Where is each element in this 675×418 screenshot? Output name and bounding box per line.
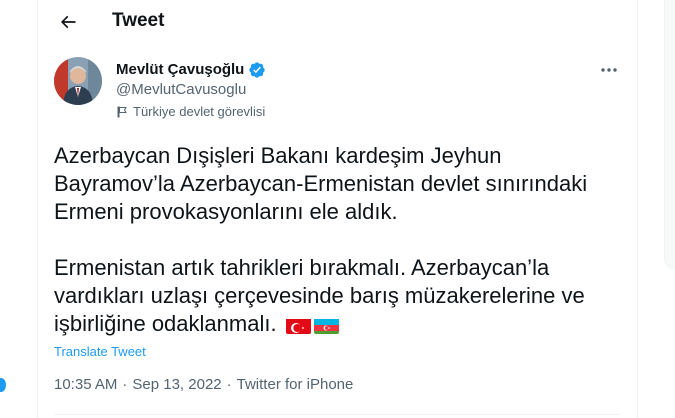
more-icon [601, 68, 617, 72]
avatar[interactable] [54, 57, 102, 105]
page-title: Tweet [112, 10, 165, 31]
header: Tweet [38, 0, 637, 44]
main-column: Tweet Mevlüt Çavuşoğlu @MevlutCavusoglu … [37, 0, 638, 418]
meta-separator: · [122, 376, 128, 393]
partial-sidebar-element[interactable] [0, 378, 6, 392]
flag-label-icon [117, 106, 127, 118]
divider [54, 414, 621, 415]
more-options-button[interactable] [597, 62, 621, 78]
tweet-page: Tweet Mevlüt Çavuşoğlu @MevlutCavusoglu … [0, 0, 675, 418]
user-info: Mevlüt Çavuşoğlu @MevlutCavusoglu Türkiy… [116, 60, 266, 120]
tweet-source[interactable]: Twitter for iPhone [237, 376, 354, 393]
tweet-text: Azerbaycan Dışişleri Bakanı kardeşim Jey… [54, 142, 624, 338]
tweet-paragraph-2: Ermenistan artık tahrikleri bırakmalı. A… [54, 254, 624, 338]
tweet-metadata: 10:35 AM · Sep 13, 2022 · Twitter for iP… [54, 376, 353, 393]
profile-photo [54, 57, 102, 105]
tweet-paragraph-1: Azerbaycan Dışişleri Bakanı kardeşim Jey… [54, 143, 588, 224]
arrow-left-icon [60, 15, 76, 29]
display-name: Mevlüt Çavuşoğlu [116, 61, 245, 78]
user-handle[interactable]: @MevlutCavusoglu [116, 80, 266, 100]
translate-tweet-link[interactable]: Translate Tweet [54, 344, 146, 359]
verified-badge-icon [249, 62, 266, 78]
tweet-date[interactable]: Sep 13, 2022 [132, 376, 221, 393]
turkey-flag-icon [285, 316, 311, 334]
display-name-link[interactable]: Mevlüt Çavuşoğlu [116, 60, 266, 80]
tweet-time[interactable]: 10:35 AM [54, 376, 117, 393]
right-sidebar-card [664, 0, 675, 270]
back-button[interactable] [54, 8, 82, 36]
azerbaijan-flag-icon [313, 316, 339, 334]
government-label[interactable]: Türkiye devlet görevlisi [116, 104, 266, 120]
label-text: Türkiye devlet görevlisi [133, 104, 266, 119]
meta-separator: · [226, 376, 232, 393]
